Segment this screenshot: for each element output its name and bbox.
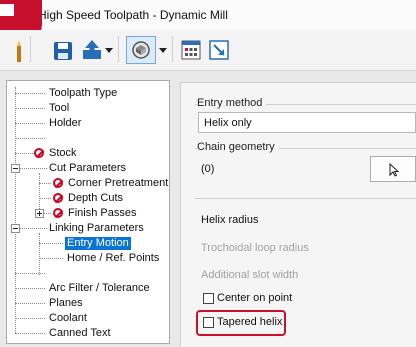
tree-item-entry-motion[interactable]: Entry Motion [65,237,131,250]
title-bar: High Speed Toolpath - Dynamic Mill [0,0,416,30]
dropdown-arrow-icon[interactable] [104,46,114,54]
parameter-tree: Toolpath Type Tool Holder Stock Cut Para… [6,80,170,344]
expand-icon[interactable] [35,209,44,218]
entry-method-value: Helix only [204,117,252,129]
tree-item-arc-filter-tolerance[interactable]: Arc Filter / Tolerance [49,282,150,295]
additional-slot-width-label: Additional slot width [201,269,299,281]
window-title: High Speed Toolpath - Dynamic Mill [38,8,228,22]
cursor-arrow-icon [389,163,399,177]
calculator-icon[interactable] [180,39,202,61]
collapse-icon[interactable] [11,224,20,233]
save-icon[interactable] [52,40,74,62]
trochoidal-loop-radius-label: Trochoidal loop radius [201,242,309,254]
dropdown-arrow-icon[interactable] [158,46,168,54]
no-symbol-icon [53,178,63,188]
center-on-point-checkbox[interactable] [203,293,214,304]
tree-item-corner-pretreatment[interactable]: Corner Pretreatment [68,177,168,190]
tree-item-linking-parameters[interactable]: Linking Parameters [49,222,144,235]
collapse-icon[interactable] [11,164,20,173]
no-symbol-icon [53,208,63,218]
toolbar [0,30,416,71]
entry-method-select[interactable]: Helix only [198,112,416,133]
tree-item-tool[interactable]: Tool [49,102,69,115]
tapered-helix-checkbox[interactable] [203,317,214,328]
tree-item-coolant[interactable]: Coolant [49,312,87,325]
chain-geometry-label: Chain geometry [197,141,279,153]
entry-method-label: Entry method [197,97,267,109]
tree-item-depth-cuts[interactable]: Depth Cuts [68,192,123,205]
tree-item-stock[interactable]: Stock [49,147,77,160]
tree-item-canned-text[interactable]: Canned Text [49,327,111,340]
no-symbol-icon [53,193,63,203]
upload-icon[interactable] [80,38,104,62]
select-chain-button[interactable] [370,156,416,182]
resize-arrow-icon[interactable] [208,39,230,61]
no-symbol-icon [34,148,44,158]
tree-item-planes[interactable]: Planes [49,297,83,310]
tree-item-finish-passes[interactable]: Finish Passes [68,207,136,220]
tapered-helix-label: Tapered helix [217,316,283,328]
tree-item-cut-parameters[interactable]: Cut Parameters [49,162,126,175]
helix-radius-label: Helix radius [201,214,259,226]
center-on-point-label: Center on point [217,292,293,304]
helix-group [195,198,416,199]
view-sphere-icon[interactable] [126,36,156,64]
pencil-icon[interactable] [12,39,26,63]
tree-item-holder[interactable]: Holder [49,117,81,130]
tree-item-home-ref-points[interactable]: Home / Ref. Points [67,252,159,265]
tree-item-toolpath-type[interactable]: Toolpath Type [49,87,117,100]
chain-geometry-count: (0) [201,163,215,175]
